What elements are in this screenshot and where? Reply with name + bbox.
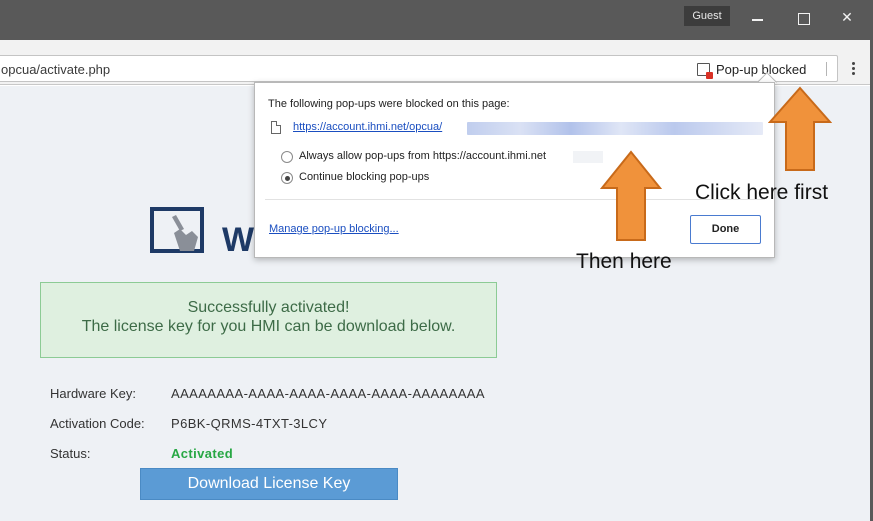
manage-popup-blocking-link[interactable]: Manage pop-up blocking... [269, 223, 399, 235]
hardware-key-label: Hardware Key: [50, 386, 136, 401]
success-subtitle: The license key for you HMI can be downl… [81, 318, 456, 335]
blurred-text [573, 151, 603, 163]
status-value: Activated [171, 446, 234, 461]
annotation-click-here-first: Click here first [695, 181, 829, 204]
logo-icon [150, 207, 204, 253]
done-button[interactable]: Done [690, 215, 761, 244]
radio-always-allow[interactable] [281, 151, 293, 163]
popup-blocked-icon[interactable] [697, 62, 713, 79]
close-icon[interactable]: ✕ [832, 6, 862, 30]
document-icon [271, 121, 281, 134]
annotation-then-here: Then here [576, 250, 672, 273]
popup-blocked-indicator[interactable]: Pop-up blocked [697, 60, 806, 79]
logo-text: W [222, 221, 255, 259]
window-titlebar: Guest ✕ [0, 0, 873, 40]
popup-blocked-label[interactable]: Pop-up blocked [716, 62, 806, 77]
radio-continue-blocking-label[interactable]: Continue blocking pop-ups [299, 171, 429, 183]
status-label: Status: [50, 446, 91, 461]
hardware-key-value: AAAAAAAA-AAAA-AAAA-AAAA-AAAA-AAAAAAAA [171, 386, 485, 401]
minimize-icon[interactable] [742, 6, 772, 30]
popup-blocked-bubble: The following pop-ups were blocked on th… [254, 82, 775, 258]
blocked-popup-link[interactable]: https://account.ihmi.net/opcua/ [293, 121, 442, 133]
up-arrow-annotation-first [768, 86, 832, 171]
success-message: Successfully activated! The license key … [40, 282, 497, 358]
blurred-url-remainder[interactable] [467, 122, 763, 135]
bubble-heading: The following pop-ups were blocked on th… [268, 98, 510, 110]
maximize-icon[interactable] [788, 6, 818, 30]
activation-code-value: P6BK-QRMS-4TXT-3LCY [171, 416, 328, 431]
radio-continue-blocking[interactable] [281, 172, 293, 184]
bubble-divider [265, 199, 765, 200]
up-arrow-annotation-second [600, 150, 662, 241]
url-text[interactable]: opcua/activate.php [1, 62, 110, 77]
download-license-key-button[interactable]: Download License Key [140, 468, 398, 500]
browser-toolbar: opcua/activate.php Pop-up blocked [0, 40, 873, 85]
guest-profile-badge[interactable]: Guest [684, 6, 730, 26]
radio-always-allow-label[interactable]: Always allow pop-ups from https://accoun… [299, 150, 546, 162]
kebab-menu-icon[interactable] [846, 60, 860, 78]
success-title: Successfully activated! [187, 299, 350, 316]
toolbar-divider [826, 62, 827, 76]
activation-code-label: Activation Code: [50, 416, 145, 431]
